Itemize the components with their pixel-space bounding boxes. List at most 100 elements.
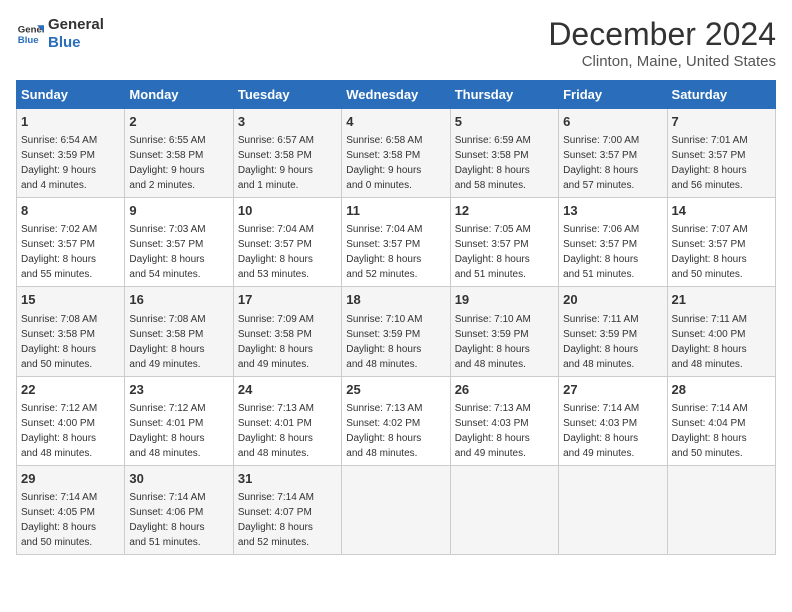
day-number: 16 [129, 291, 228, 309]
day-number: 21 [672, 291, 771, 309]
day-number: 14 [672, 202, 771, 220]
day-content: Sunrise: 7:04 AM Sunset: 3:57 PM Dayligh… [238, 222, 337, 282]
day-number: 6 [563, 113, 662, 131]
table-row [559, 465, 667, 554]
day-number: 23 [129, 381, 228, 399]
table-row: 2 Sunrise: 6:55 AM Sunset: 3:58 PM Daylig… [125, 109, 233, 198]
table-row: 28Sunrise: 7:14 AM Sunset: 4:04 PM Dayli… [667, 376, 775, 465]
page-header: General Blue General Blue December 2024 … [16, 16, 776, 70]
table-row: 19 Sunrise: 7:10 AM Sunset: 3:59 PM Dayli… [450, 287, 558, 376]
day-number: 24 [238, 381, 337, 399]
day-number: 2 [129, 113, 228, 131]
day-content: Sunrise: 7:11 AM Sunset: 3:59 PM Dayligh… [563, 312, 662, 372]
header-saturday: Saturday [667, 81, 775, 109]
logo: General Blue General Blue [16, 16, 104, 52]
day-content: Sunrise: 6:54 AM Sunset: 3:59 PM Dayligh… [21, 133, 120, 193]
day-number: 12 [455, 202, 554, 220]
day-number: 26 [455, 381, 554, 399]
day-number: 18 [346, 291, 445, 309]
location-title: Clinton, Maine, United States [548, 53, 776, 70]
day-content: Sunrise: 7:08 AM Sunset: 3:58 PM Dayligh… [129, 312, 228, 372]
day-number: 15 [21, 291, 120, 309]
logo-text-line2: Blue [48, 34, 104, 52]
day-content: Sunrise: 7:10 AM Sunset: 3:59 PM Dayligh… [455, 312, 554, 372]
day-number: 4 [346, 113, 445, 131]
day-content: Sunrise: 7:12 AM Sunset: 4:01 PM Dayligh… [129, 401, 228, 461]
day-number: 29 [21, 470, 120, 488]
table-row: 6 Sunrise: 7:00 AM Sunset: 3:57 PM Daylig… [559, 109, 667, 198]
table-row [667, 465, 775, 554]
day-number: 31 [238, 470, 337, 488]
table-row: 11 Sunrise: 7:04 AM Sunset: 3:57 PM Dayli… [342, 198, 450, 287]
header-tuesday: Tuesday [233, 81, 341, 109]
day-content: Sunrise: 7:07 AM Sunset: 3:57 PM Dayligh… [672, 222, 771, 282]
table-row: 29Sunrise: 7:14 AM Sunset: 4:05 PM Dayli… [17, 465, 125, 554]
title-area: December 2024 Clinton, Maine, United Sta… [548, 16, 776, 70]
day-content: Sunrise: 7:04 AM Sunset: 3:57 PM Dayligh… [346, 222, 445, 282]
day-content: Sunrise: 7:14 AM Sunset: 4:06 PM Dayligh… [129, 490, 228, 550]
table-row [450, 465, 558, 554]
day-number: 19 [455, 291, 554, 309]
table-row: 24 Sunrise: 7:13 AM Sunset: 4:01 PM Dayli… [233, 376, 341, 465]
table-row: 7Sunrise: 7:01 AM Sunset: 3:57 PM Daylig… [667, 109, 775, 198]
table-row: 22 Sunrise: 7:12 AM Sunset: 4:00 PM Dayli… [17, 376, 125, 465]
day-number: 25 [346, 381, 445, 399]
day-content: Sunrise: 6:57 AM Sunset: 3:58 PM Dayligh… [238, 133, 337, 193]
day-content: Sunrise: 7:06 AM Sunset: 3:57 PM Dayligh… [563, 222, 662, 282]
day-content: Sunrise: 7:08 AM Sunset: 3:58 PM Dayligh… [21, 312, 120, 372]
day-number: 22 [21, 381, 120, 399]
day-number: 9 [129, 202, 228, 220]
day-content: Sunrise: 7:05 AM Sunset: 3:57 PM Dayligh… [455, 222, 554, 282]
logo-icon: General Blue [16, 20, 44, 48]
day-number: 3 [238, 113, 337, 131]
calendar-header-row: Sunday Monday Tuesday Wednesday Thursday… [17, 81, 776, 109]
calendar-week-row: 15 Sunrise: 7:08 AM Sunset: 3:58 PM Dayli… [17, 287, 776, 376]
header-thursday: Thursday [450, 81, 558, 109]
day-content: Sunrise: 7:02 AM Sunset: 3:57 PM Dayligh… [21, 222, 120, 282]
day-number: 20 [563, 291, 662, 309]
month-title: December 2024 [548, 16, 776, 53]
day-content: Sunrise: 6:55 AM Sunset: 3:58 PM Dayligh… [129, 133, 228, 193]
table-row: 10Sunrise: 7:04 AM Sunset: 3:57 PM Dayli… [233, 198, 341, 287]
day-number: 17 [238, 291, 337, 309]
day-content: Sunrise: 7:00 AM Sunset: 3:57 PM Dayligh… [563, 133, 662, 193]
svg-text:Blue: Blue [18, 35, 39, 46]
day-number: 28 [672, 381, 771, 399]
day-number: 11 [346, 202, 445, 220]
table-row: 21Sunrise: 7:11 AM Sunset: 4:00 PM Dayli… [667, 287, 775, 376]
day-content: Sunrise: 7:14 AM Sunset: 4:03 PM Dayligh… [563, 401, 662, 461]
table-row [342, 465, 450, 554]
table-row: 14 Sunrise: 7:07 AM Sunset: 3:57 PM Dayli… [667, 198, 775, 287]
day-content: Sunrise: 7:12 AM Sunset: 4:00 PM Dayligh… [21, 401, 120, 461]
day-number: 27 [563, 381, 662, 399]
day-content: Sunrise: 7:14 AM Sunset: 4:07 PM Dayligh… [238, 490, 337, 550]
table-row: 1Sunrise: 6:54 AM Sunset: 3:59 PM Daylig… [17, 109, 125, 198]
day-content: Sunrise: 7:13 AM Sunset: 4:01 PM Dayligh… [238, 401, 337, 461]
table-row: 23 Sunrise: 7:12 AM Sunset: 4:01 PM Dayli… [125, 376, 233, 465]
table-row: 30 Sunrise: 7:14 AM Sunset: 4:06 PM Dayli… [125, 465, 233, 554]
calendar-week-row: 29Sunrise: 7:14 AM Sunset: 4:05 PM Dayli… [17, 465, 776, 554]
table-row: 31 Sunrise: 7:14 AM Sunset: 4:07 PM Dayli… [233, 465, 341, 554]
day-content: Sunrise: 7:13 AM Sunset: 4:02 PM Dayligh… [346, 401, 445, 461]
day-content: Sunrise: 7:09 AM Sunset: 3:58 PM Dayligh… [238, 312, 337, 372]
calendar-week-row: 22 Sunrise: 7:12 AM Sunset: 4:00 PM Dayli… [17, 376, 776, 465]
table-row: 13 Sunrise: 7:06 AM Sunset: 3:57 PM Dayli… [559, 198, 667, 287]
table-row: 8Sunrise: 7:02 AM Sunset: 3:57 PM Daylig… [17, 198, 125, 287]
table-row: 25 Sunrise: 7:13 AM Sunset: 4:02 PM Dayli… [342, 376, 450, 465]
table-row: 27 Sunrise: 7:14 AM Sunset: 4:03 PM Dayli… [559, 376, 667, 465]
day-number: 30 [129, 470, 228, 488]
table-row: 18Sunrise: 7:10 AM Sunset: 3:59 PM Dayli… [342, 287, 450, 376]
day-content: Sunrise: 6:59 AM Sunset: 3:58 PM Dayligh… [455, 133, 554, 193]
logo-text-line1: General [48, 16, 104, 34]
day-content: Sunrise: 7:13 AM Sunset: 4:03 PM Dayligh… [455, 401, 554, 461]
table-row: 17 Sunrise: 7:09 AM Sunset: 3:58 PM Dayli… [233, 287, 341, 376]
day-content: Sunrise: 7:03 AM Sunset: 3:57 PM Dayligh… [129, 222, 228, 282]
calendar-week-row: 8Sunrise: 7:02 AM Sunset: 3:57 PM Daylig… [17, 198, 776, 287]
calendar-table: Sunday Monday Tuesday Wednesday Thursday… [16, 80, 776, 555]
day-number: 7 [672, 113, 771, 131]
header-friday: Friday [559, 81, 667, 109]
day-number: 13 [563, 202, 662, 220]
table-row: 5Sunrise: 6:59 AM Sunset: 3:58 PM Daylig… [450, 109, 558, 198]
table-row: 3 Sunrise: 6:57 AM Sunset: 3:58 PM Daylig… [233, 109, 341, 198]
table-row: 12 Sunrise: 7:05 AM Sunset: 3:57 PM Dayli… [450, 198, 558, 287]
